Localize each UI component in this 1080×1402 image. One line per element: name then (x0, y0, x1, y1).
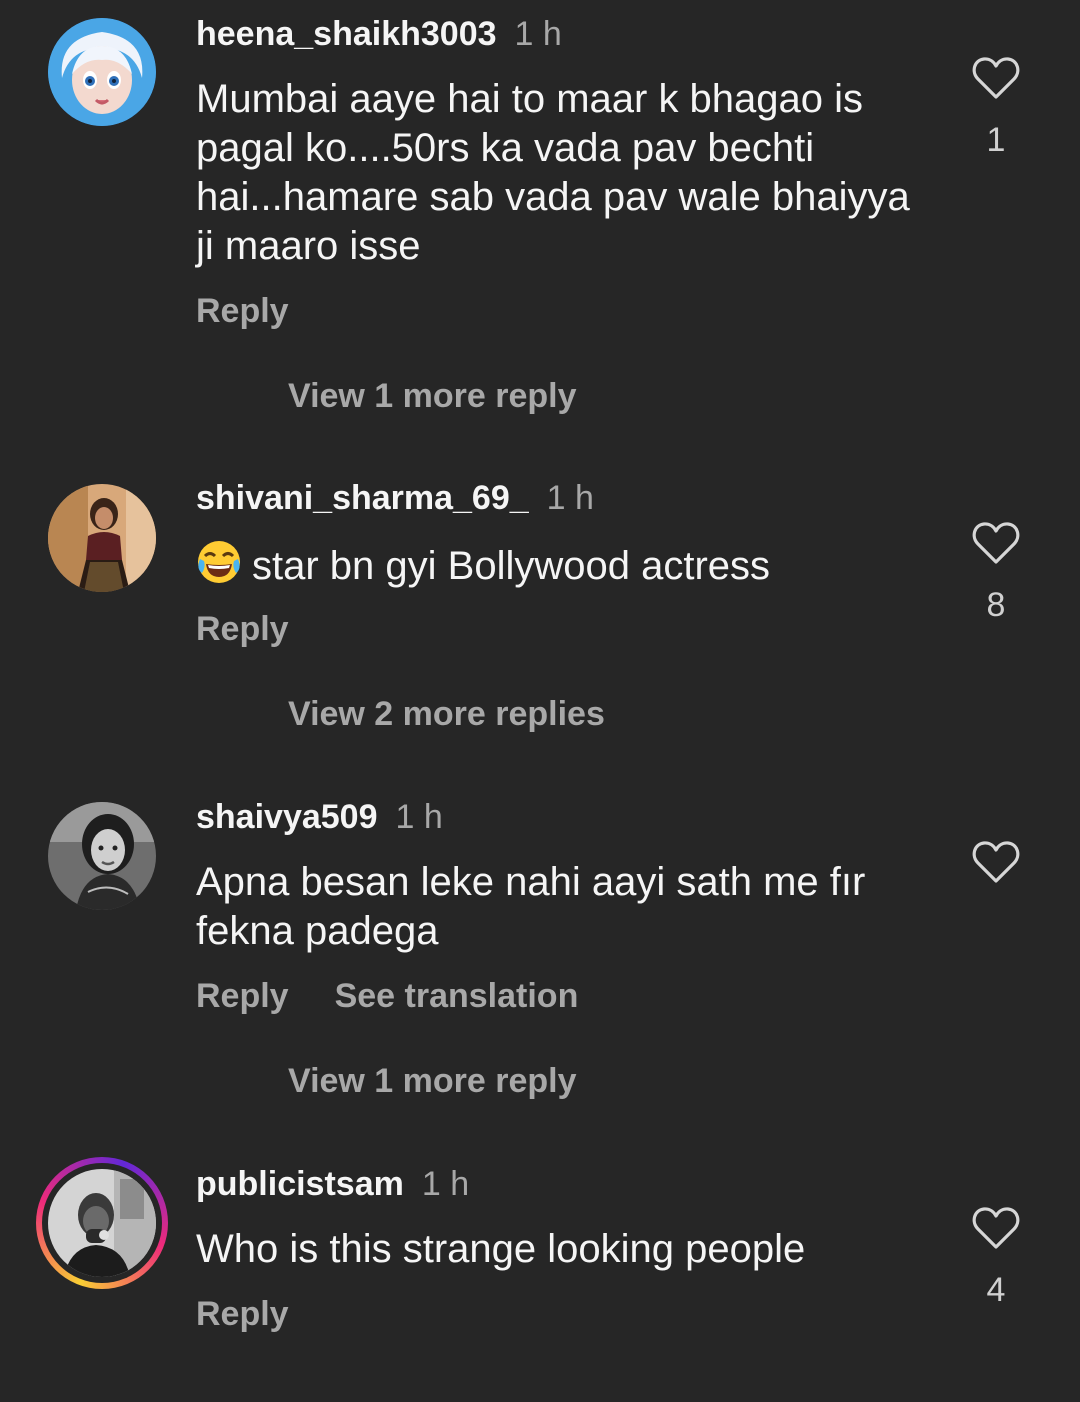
comment-header: shaivya509 1 h (196, 797, 443, 837)
comment-header: heena_shaikh3003 1 h (196, 14, 562, 54)
like-area: 4 (966, 1206, 1026, 1310)
reply-button[interactable]: Reply (196, 1295, 289, 1333)
timestamp: 1 h (514, 15, 562, 53)
comment-actions: Reply (196, 1294, 289, 1334)
comment-actions: Reply See translation (196, 976, 578, 1016)
like-area (966, 840, 1026, 904)
username[interactable]: shaivya509 (196, 798, 378, 836)
portrait-avatar-icon (48, 802, 156, 910)
cartoon-princess-avatar-icon (48, 18, 156, 126)
comment-text: star bn gyi Bollywood actress (196, 539, 916, 597)
view-more-replies-button[interactable]: View 1 more reply (288, 376, 577, 416)
avatar[interactable] (48, 18, 156, 126)
reply-button[interactable]: Reply (196, 292, 289, 330)
view-more-replies-button[interactable]: View 2 more replies (288, 694, 605, 734)
comment-text-body: star bn gyi Bollywood actress (252, 544, 771, 588)
story-ring-avatar[interactable] (36, 1157, 168, 1289)
heart-icon[interactable] (972, 521, 1020, 565)
story-ring-avatar-icon (48, 1169, 156, 1277)
comment-header: publicistsam 1 h (196, 1164, 469, 1204)
like-count: 1 (986, 121, 1006, 159)
comment-header: shivani_sharma_69_ 1 h (196, 478, 594, 518)
heart-icon[interactable] (972, 56, 1020, 100)
timestamp: 1 h (421, 1165, 470, 1203)
comment-text: Who is this strange looking people (196, 1227, 806, 1271)
heart-icon[interactable] (972, 1206, 1020, 1250)
comment-actions: Reply (196, 291, 289, 331)
timestamp: 1 h (546, 479, 594, 517)
comment-actions: Reply (196, 609, 289, 649)
comment-text: Mumbai aaye hai to maar k bhagao is paga… (196, 77, 910, 268)
timestamp: 1 h (395, 798, 443, 836)
username[interactable]: heena_shaikh3003 (196, 15, 497, 53)
username[interactable]: shivani_sharma_69_ (196, 479, 529, 517)
laughing-emoji-icon (196, 539, 242, 597)
reply-button[interactable]: Reply (196, 610, 289, 648)
like-area: 8 (966, 521, 1026, 625)
view-more-replies-button[interactable]: View 1 more reply (288, 1061, 577, 1101)
avatar[interactable] (48, 484, 156, 592)
reply-button[interactable]: Reply (196, 977, 289, 1015)
username[interactable]: publicistsam (196, 1165, 404, 1203)
comment-text: Apna besan leke nahi aayi sath me fır fe… (196, 860, 866, 953)
avatar (48, 1169, 156, 1277)
selfie-avatar-icon (48, 484, 156, 592)
see-translation-button[interactable]: See translation (335, 977, 579, 1015)
heart-icon[interactable] (972, 840, 1020, 884)
like-count: 8 (986, 586, 1006, 624)
like-count: 4 (986, 1271, 1006, 1309)
avatar[interactable] (48, 802, 156, 910)
like-area: 1 (966, 56, 1026, 160)
